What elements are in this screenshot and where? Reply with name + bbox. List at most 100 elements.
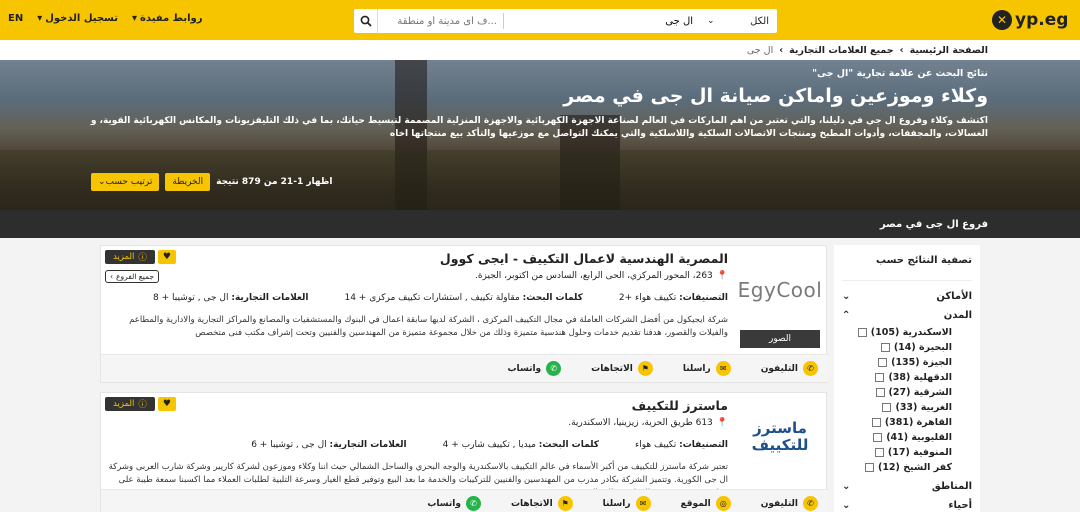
favorite-heart-icon[interactable]: ♥ — [157, 250, 176, 264]
filter-places[interactable]: الأماكن ⌄ — [842, 291, 972, 302]
company-logo[interactable]: EgyCool — [738, 266, 822, 314]
city-filter-item[interactable]: الشرقية (27) — [842, 385, 972, 400]
logo-text: yp.eg — [1015, 10, 1069, 30]
action-message[interactable]: ✉ راسلنا — [603, 496, 651, 511]
action-directions[interactable]: ⚑ الاتجاهات — [511, 496, 573, 511]
hero-controls: ⌄ترتيب حسب الخريطة اظهار 1-21 من 879 نتي… — [91, 173, 332, 191]
search-icon — [360, 15, 372, 27]
top-bar: ✕ yp.eg ⌄ الكل EN ▾تسجيل الدخول ▾روابط م… — [0, 0, 1080, 40]
city-list: الاسكندرية (105) البحيرة (14) الجيزة (13… — [842, 325, 972, 475]
listing-name[interactable]: ماسترز للتكييف — [632, 398, 728, 413]
city-filter-item[interactable]: البحيرة (14) — [842, 340, 972, 355]
city-checkbox[interactable] — [864, 463, 874, 472]
action-phone[interactable]: ✆ التليفون — [761, 496, 818, 511]
results-count: اظهار 1-21 من 879 نتيجة — [216, 177, 333, 187]
breadcrumb-brands[interactable]: جميع العلامات التجارية — [789, 45, 894, 56]
search-category-select[interactable]: ⌄ الكل — [699, 9, 777, 33]
whatsapp-icon: ✆ — [465, 496, 481, 511]
map-button[interactable]: الخريطة — [165, 173, 211, 191]
action-whatsapp[interactable]: ✆ واتساب — [508, 361, 562, 376]
search-bar: ⌄ الكل — [354, 9, 777, 33]
city-checkbox[interactable] — [875, 373, 885, 382]
listing-address: 📍 613 طريق الحرية، زيزينيا، الاسكندرية. — [568, 418, 728, 428]
useful-links-label: روابط مفيدة — [140, 13, 203, 24]
info-icon: ⓘ — [138, 253, 147, 263]
favorite-heart-icon[interactable]: ♥ — [157, 397, 176, 411]
hero-text: نتائج البحث عن علامة تجارية "ال جى" وكلا… — [88, 68, 988, 141]
filter-areas[interactable]: المناطق ⌄ — [842, 481, 972, 492]
filter-districts[interactable]: أحياء ⌄ — [842, 500, 972, 511]
search-button[interactable] — [354, 9, 378, 33]
city-filter-item[interactable]: الدقهلية (38) — [842, 370, 972, 385]
chevron-right-icon: › — [110, 272, 113, 281]
listing-card: EgyCool الصور المصرية الهندسية لاعمال ال… — [100, 245, 828, 383]
info-icon: ⓘ — [138, 400, 147, 410]
city-filter-item[interactable]: كفر الشيخ (12) — [842, 460, 972, 475]
breadcrumb-separator-icon: › — [899, 44, 904, 56]
lang-switch[interactable]: EN — [8, 13, 23, 24]
chevron-down-icon: ⌄ — [842, 291, 851, 302]
listing-address: 📍 263، المحور المركزي، الحى الرابع، الساد… — [474, 271, 728, 281]
city-filter-item[interactable]: القليوبية (41) — [842, 430, 972, 445]
login-label: تسجيل الدخول — [45, 13, 118, 24]
breadcrumb-home[interactable]: الصفحة الرئيسية — [910, 45, 988, 56]
page-title: وكلاء وموزعين واماكن صيانة ال جى في مصر — [563, 85, 988, 107]
action-website[interactable]: ◎ الموقع — [681, 496, 731, 511]
section-band-label: فروع ال جى في مصر — [879, 218, 988, 230]
city-filter-item[interactable]: الاسكندرية (105) — [842, 325, 972, 340]
chevron-down-icon: ⌄ — [707, 16, 715, 26]
photos-button[interactable]: الصور — [740, 330, 820, 348]
city-filter-item[interactable]: المنوفية (17) — [842, 445, 972, 460]
useful-links-menu[interactable]: ▾ روابط مفيدة — [132, 13, 203, 24]
listing-brands: العلامات التجارية: ال جى , توشيبا + 6 — [251, 440, 407, 450]
city-checkbox[interactable] — [878, 358, 888, 367]
more-button[interactable]: ⓘ المزيد — [105, 397, 155, 411]
whatsapp-icon: ✆ — [546, 361, 562, 376]
login-menu[interactable]: ▾ تسجيل الدخول — [37, 13, 118, 24]
action-phone[interactable]: ✆ التليفون — [761, 361, 818, 376]
city-checkbox[interactable] — [875, 388, 885, 397]
envelope-icon: ✉ — [635, 496, 651, 511]
city-checkbox[interactable] — [874, 448, 884, 457]
city-checkbox[interactable] — [857, 328, 867, 337]
phone-icon: ✆ — [803, 496, 818, 511]
listing-meta: التصنيفات: تكييف هواء كلمات البحث: ميديا… — [251, 440, 728, 450]
city-checkbox[interactable] — [871, 418, 881, 427]
more-button[interactable]: ⓘ المزيد — [105, 250, 155, 264]
chevron-down-icon: ⌄ — [842, 500, 851, 511]
listing-keywords: كلمات البحث: مقاولة تكييف , استشارات تكي… — [344, 293, 583, 303]
action-directions[interactable]: ⚑ الاتجاهات — [591, 361, 653, 376]
company-logo[interactable]: ماسترز للتكييف — [740, 413, 820, 461]
city-filter-item[interactable]: القاهرة (381) — [842, 415, 972, 430]
all-branches-button[interactable]: جميع الفروع › — [105, 270, 160, 283]
city-checkbox[interactable] — [873, 433, 883, 442]
sort-button[interactable]: ⌄ترتيب حسب — [91, 173, 160, 191]
listing-name[interactable]: المصرية الهندسية لاعمال التكييف - ايجى ك… — [440, 251, 728, 266]
action-whatsapp[interactable]: ✆ واتساب — [427, 496, 481, 511]
location-input[interactable] — [378, 9, 503, 33]
listing-description: شركة ايجيكول من أفضل الشركات العاملة في … — [129, 315, 728, 338]
listing-meta: التصنيفات: تكييف هواء +2 كلمات البحث: مق… — [153, 293, 728, 303]
section-band: فروع ال جى في مصر — [0, 210, 1080, 238]
caret-down-icon: ▾ — [37, 13, 43, 24]
chevron-down-icon: ⌄ — [842, 481, 851, 492]
search-query-input[interactable] — [504, 9, 699, 33]
city-checkbox[interactable] — [880, 343, 890, 352]
yp-logo[interactable]: ✕ yp.eg — [992, 8, 1072, 32]
filter-cities[interactable]: المدن ⌃ — [842, 310, 972, 321]
location-pin-icon: 📍 — [716, 418, 728, 428]
city-filter-item[interactable]: الجيزة (135) — [842, 355, 972, 370]
map-pin-icon: ⚑ — [637, 361, 653, 376]
city-checkbox[interactable] — [882, 403, 892, 412]
filter-title: تصفية النتائج حسب — [842, 255, 972, 281]
caret-down-icon: ▾ — [131, 13, 138, 24]
logo-badge-icon: ✕ — [992, 10, 1012, 30]
city-filter-item[interactable]: الغربية (33) — [842, 400, 972, 415]
listing-actions: ✆ التليفون ✉ راسلنا ⚑ الاتجاهات ✆ واتساب — [101, 354, 828, 382]
phone-icon: ✆ — [803, 361, 818, 376]
location-pin-icon: 📍 — [716, 271, 728, 281]
action-message[interactable]: ✉ راسلنا — [683, 361, 731, 376]
hero-banner: نتائج البحث عن علامة تجارية "ال جى" وكلا… — [0, 60, 1080, 210]
listing-actions: ✆ التليفون ◎ الموقع ✉ راسلنا ⚑ الاتجاهات ✆ وا… — [101, 489, 828, 512]
search-category-value: الكل — [750, 15, 769, 27]
